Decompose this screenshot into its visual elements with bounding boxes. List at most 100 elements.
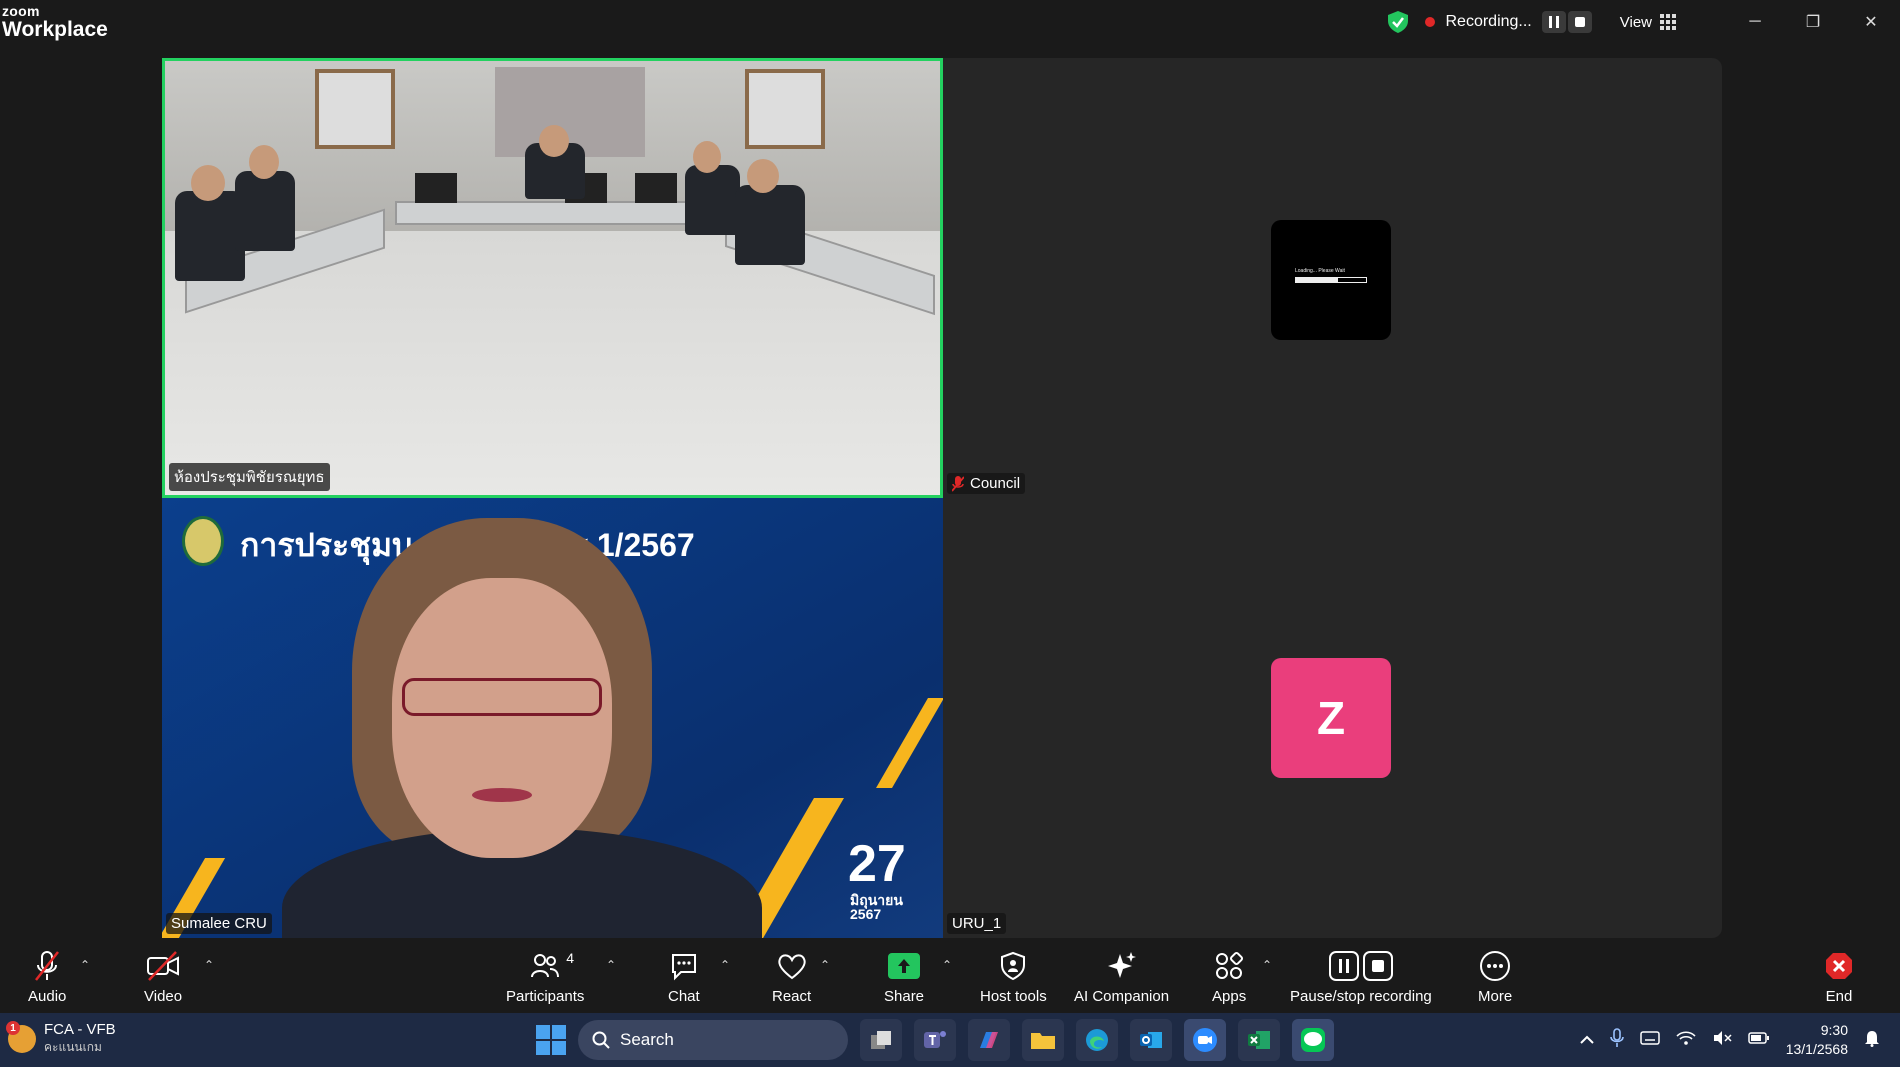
restore-button[interactable]: ❐	[1784, 0, 1842, 44]
heart-icon	[777, 954, 806, 980]
search-icon	[592, 1031, 610, 1049]
volume-muted-icon[interactable]	[1712, 1030, 1732, 1050]
host-tools-button[interactable]: Host tools	[980, 950, 1047, 1005]
file-explorer-icon[interactable]	[1022, 1019, 1064, 1061]
participants-options-caret[interactable]: ⌃	[606, 958, 616, 972]
chat-label: Chat	[668, 988, 700, 1005]
mic-muted-icon	[952, 475, 964, 492]
mic-muted-icon	[35, 951, 60, 981]
person-head	[539, 125, 569, 157]
pause-icon	[1548, 16, 1559, 28]
share-options-caret[interactable]: ⌃	[942, 958, 952, 972]
windows-taskbar: 1 FCA - VFB คะแนนเกม Search 9:30 13/1/25…	[0, 1013, 1900, 1067]
avatar: Z	[1271, 658, 1391, 778]
participant-name-label: URU_1	[947, 913, 1007, 934]
widget-icon: 1	[6, 1021, 36, 1053]
stop-recording-button[interactable]	[1567, 11, 1592, 33]
end-x-icon	[1826, 953, 1852, 979]
share-screen-icon	[888, 953, 921, 979]
participants-count: 4	[566, 950, 574, 966]
apps-options-caret[interactable]: ⌃	[1262, 958, 1272, 972]
audio-label: Audio	[28, 988, 67, 1005]
stop-icon	[1574, 17, 1585, 27]
video-tile-meeting-room[interactable]: ห้องประชุมพิชัยรณยุทธ	[162, 58, 943, 498]
person-head	[191, 165, 225, 201]
participant-name: URU_1	[952, 915, 1002, 932]
react-options-caret[interactable]: ⌃	[820, 958, 830, 972]
windows-start-icon[interactable]	[536, 1025, 566, 1055]
chat-bubble-icon	[671, 954, 696, 981]
outlook-icon[interactable]	[1130, 1019, 1172, 1061]
line-app-icon[interactable]	[1292, 1019, 1334, 1061]
audio-button[interactable]: Audio	[28, 950, 66, 1005]
loading-progress-bar	[1295, 277, 1367, 283]
battery-icon[interactable]	[1747, 1031, 1770, 1049]
monitor	[415, 173, 457, 203]
zoom-app-icon[interactable]	[1184, 1019, 1226, 1061]
encryption-shield-icon[interactable]	[1387, 10, 1409, 34]
video-button[interactable]: Video	[144, 950, 182, 1005]
more-label: More	[1478, 988, 1513, 1005]
audio-options-caret[interactable]: ⌃	[80, 958, 90, 972]
weather-widget[interactable]: 1 FCA - VFB คะแนนเกม	[6, 1021, 116, 1057]
system-clock[interactable]: 9:30 13/1/2568	[1786, 1021, 1848, 1059]
loading-placeholder: Loading... Please Wait	[1271, 220, 1391, 340]
notifications-bell-icon[interactable]	[1864, 1029, 1880, 1051]
notification-count: 1	[6, 1021, 20, 1035]
share-label: Share	[884, 988, 925, 1005]
participant-name: Sumalee CRU	[171, 915, 267, 932]
view-button[interactable]: View	[1620, 14, 1676, 31]
keyboard-icon[interactable]	[1639, 1031, 1660, 1049]
participants-button[interactable]: 4 Participants	[506, 950, 584, 1005]
sparkle-icon	[1107, 952, 1136, 978]
pause-stop-recording-label: Pause/stop recording	[1290, 988, 1432, 1005]
recording-label[interactable]: Recording...	[1445, 13, 1531, 31]
wifi-icon[interactable]	[1676, 1030, 1696, 1050]
react-button[interactable]: React	[772, 950, 811, 1005]
apps-button[interactable]: Apps	[1212, 950, 1246, 1005]
video-tile-uru1[interactable]: Z URU_1	[943, 498, 1722, 938]
grid-view-icon	[1660, 14, 1676, 30]
participants-label: Participants	[506, 988, 585, 1005]
apps-icon	[1216, 951, 1244, 979]
recording-dot-icon	[1425, 17, 1436, 27]
shield-icon	[1001, 951, 1026, 981]
ai-companion-button[interactable]: AI Companion	[1074, 950, 1169, 1005]
video-tile-council[interactable]: Loading... Please Wait Council	[943, 58, 1722, 498]
video-options-caret[interactable]: ⌃	[204, 958, 214, 972]
edge-icon[interactable]	[1076, 1019, 1118, 1061]
brand-large: Workplace	[2, 18, 108, 41]
pause-stop-recording-button[interactable]: Pause/stop recording	[1290, 950, 1432, 1005]
video-label: Video	[144, 988, 183, 1005]
monitor	[635, 173, 677, 203]
close-button[interactable]: ✕	[1842, 0, 1900, 44]
end-meeting-button[interactable]: End	[1824, 950, 1854, 1005]
participant-name-label: ห้องประชุมพิชัยรณยุทธ	[169, 463, 330, 491]
share-button[interactable]: Share	[884, 950, 924, 1005]
participant-name: Council	[970, 475, 1021, 492]
copilot-icon[interactable]	[968, 1019, 1010, 1061]
clock-date: 13/1/2568	[1785, 1041, 1848, 1057]
slide-year: 2567	[850, 906, 882, 922]
more-button[interactable]: More	[1478, 950, 1512, 1005]
desk-center	[395, 201, 715, 225]
person-head	[747, 159, 779, 193]
person	[735, 185, 805, 265]
taskbar-search[interactable]: Search	[578, 1020, 848, 1060]
chat-options-caret[interactable]: ⌃	[720, 958, 730, 972]
microphone-tray-icon[interactable]	[1609, 1028, 1624, 1052]
excel-icon[interactable]	[1238, 1019, 1280, 1061]
teams-icon[interactable]	[914, 1019, 956, 1061]
minimize-button[interactable]: ─	[1726, 0, 1784, 44]
slide-day: 27	[848, 835, 906, 893]
widget-line2: คะแนนเกม	[44, 1040, 102, 1054]
task-view-icon[interactable]	[860, 1019, 902, 1061]
show-hidden-icons-chevron-icon[interactable]	[1579, 1032, 1594, 1049]
chat-button[interactable]: Chat	[668, 950, 700, 1005]
end-label: End	[1825, 988, 1853, 1005]
meeting-toolbar: Audio ⌃ Video ⌃ 4 Participants ⌃ Chat ⌃ …	[0, 940, 1900, 1013]
video-tile-sumalee[interactable]: การประชุมบ...ายวิชาการ 1/2567 27 มิถุนาย…	[162, 498, 943, 938]
clock-time: 9:30	[1820, 1022, 1848, 1038]
pause-recording-button[interactable]	[1541, 11, 1566, 33]
person	[685, 165, 740, 235]
